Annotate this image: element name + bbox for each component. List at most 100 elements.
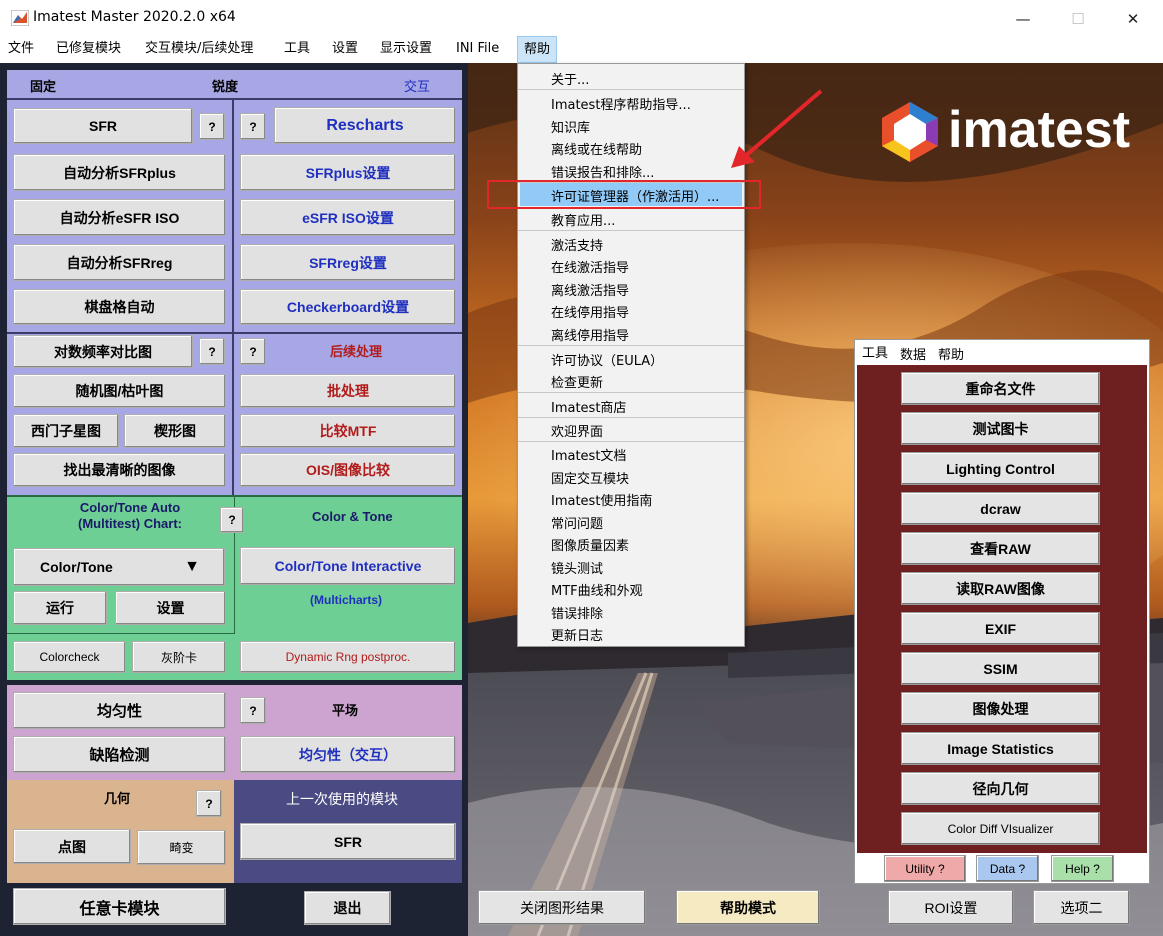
help-menu-item-check-updates[interactable]: 检查更新 [551,372,603,391]
rescharts-button[interactable]: Rescharts [274,107,456,144]
close-button[interactable]: ✕ [1110,6,1156,32]
wedge-button[interactable]: 楔形图 [124,414,226,448]
tool-dcraw-button[interactable]: dcraw [901,492,1100,525]
tool-view-raw-button[interactable]: 查看RAW [901,532,1100,565]
tab-tools[interactable]: 工具 [862,342,889,361]
uniformity-help-button[interactable]: ? [240,697,266,724]
help-menu-item-changelog[interactable]: 更新日志 [551,625,603,644]
grayscale-button[interactable]: 灰阶卡 [132,641,226,673]
maximize-button[interactable]: ☐ [1055,6,1101,32]
color-settings-button[interactable]: 设置 [115,591,226,625]
help-menu-item-eula[interactable]: 许可协议（EULA） [551,350,663,369]
esfr-iso-settings-button[interactable]: eSFR ISO设置 [240,199,456,236]
help-menu-item-education[interactable]: 教育应用... [551,210,615,229]
dot-chart-button[interactable]: 点图 [13,829,131,864]
help-menu-item-mtf-curves[interactable]: MTF曲线和外观 [551,580,643,599]
rescharts-help-button[interactable]: ? [240,113,266,140]
color-tone-dropdown[interactable]: Color/Tone ▼ [13,548,225,586]
help-menu-item-offline-online[interactable]: 离线或在线帮助 [551,139,642,158]
help-menu-item-error-report[interactable]: 错误报告和排除... [551,162,654,181]
exit-button[interactable]: 退出 [304,891,391,925]
color-tone-interactive-button[interactable]: Color/Tone Interactive [240,547,456,585]
tool-ssim-button[interactable]: SSIM [901,652,1100,685]
colorcheck-button[interactable]: Colorcheck [13,641,126,673]
menu-ini-file[interactable]: INI File [450,36,505,63]
help-menu-item-faq[interactable]: 常问问题 [551,513,603,532]
checkerboard-auto-button[interactable]: 棋盘格自动 [13,289,226,325]
help-menu-item-fixed-interactive[interactable]: 固定交互模块 [551,468,629,487]
tool-read-raw-button[interactable]: 读取RAW图像 [901,572,1100,605]
distortion-button[interactable]: 畸变 [137,830,226,865]
help-menu-item-offline-activation[interactable]: 离线激活指导 [551,280,629,299]
help-menu-item-online-deactivation[interactable]: 在线停用指导 [551,302,629,321]
data-help-button[interactable]: Data ? [976,855,1039,882]
sfr-button[interactable]: SFR [13,108,193,144]
help-menu-item-about[interactable]: 关于... [551,69,589,88]
dynamic-range-button[interactable]: Dynamic Rng postproc. [240,641,456,673]
compare-mtf-button[interactable]: 比较MTF [240,414,456,448]
geometry-help-button[interactable]: ? [196,790,222,817]
any-chart-button[interactable]: 任意卡模块 [13,888,226,925]
help-menu-item-kb[interactable]: 知识库 [551,117,590,136]
tool-rename-files-button[interactable]: 重命名文件 [901,372,1100,405]
tool-image-statistics-button[interactable]: Image Statistics [901,732,1100,765]
checkerboard-settings-button[interactable]: Checkerboard设置 [240,289,456,325]
tool-radial-geometry-button[interactable]: 径向几何 [901,772,1100,805]
tool-exif-button[interactable]: EXIF [901,612,1100,645]
header-fixed: 固定 [30,79,57,94]
help-menu-item-welcome[interactable]: 欢迎界面 [551,421,603,440]
ois-compare-button[interactable]: OIS/图像比较 [240,453,456,487]
auto-esfr-iso-button[interactable]: 自动分析eSFR ISO [13,199,226,236]
help-menu-item-offline-deactivation[interactable]: 离线停用指导 [551,325,629,344]
tab-data[interactable]: 数据 [900,344,926,363]
sfr-help-button[interactable]: ? [199,113,225,140]
tool-image-processing-button[interactable]: 图像处理 [901,692,1100,725]
roi-settings-button[interactable]: ROI设置 [888,890,1014,925]
utility-help-button[interactable]: Utility ? [884,855,966,882]
help-menu-item-iq-factors[interactable]: 图像质量因素 [551,535,629,554]
last-used-sfr-button[interactable]: SFR [240,823,456,860]
help-menu-item-guide[interactable]: Imatest程序帮助指导... [551,94,691,113]
uniformity-interactive-button[interactable]: 均匀性（交互） [240,736,456,773]
batch-button[interactable]: 批处理 [240,374,456,408]
help-menu-item-docs[interactable]: Imatest文档 [551,445,626,464]
tool-lighting-control-button[interactable]: Lighting Control [901,452,1100,485]
defect-detection-button[interactable]: 缺陷检测 [13,736,226,773]
sfrreg-settings-button[interactable]: SFRreg设置 [240,244,456,281]
menu-fixed-modules[interactable]: 已修复模块 [50,36,127,63]
sharpest-image-button[interactable]: 找出最清晰的图像 [13,453,226,487]
menu-tools[interactable]: 工具 [278,36,316,63]
post-process-help-button[interactable]: ? [240,338,266,365]
color-help-button[interactable]: ? [220,507,244,533]
auto-sfrplus-button[interactable]: 自动分析SFRplus [13,154,226,191]
tab-help[interactable]: 帮助 [938,344,964,363]
help-mode-button[interactable]: 帮助模式 [676,890,820,925]
menu-display-settings[interactable]: 显示设置 [374,36,438,63]
siemens-star-button[interactable]: 西门子星图 [13,414,119,448]
menu-interactive-modules[interactable]: 交互模块/后续处理 [139,36,259,63]
close-figures-button[interactable]: 关闭图形结果 [478,890,646,925]
minimize-button[interactable]: — [1000,6,1046,32]
help-menu-item-lens-test[interactable]: 镜头测试 [551,558,603,577]
log-freq-help-button[interactable]: ? [199,338,225,365]
menu-file[interactable]: 文件 [2,36,40,63]
help-help-button[interactable]: Help ? [1051,855,1114,882]
help-menu-item-user-guide[interactable]: Imatest使用指南 [551,490,652,509]
help-menu-item-troubleshooting[interactable]: 错误排除 [551,603,603,622]
menu-help[interactable]: 帮助 [517,36,558,63]
uniformity-button[interactable]: 均匀性 [13,692,226,729]
help-menu-item-store[interactable]: Imatest商店 [551,397,626,416]
tool-test-charts-button[interactable]: 测试图卡 [901,412,1100,445]
random-deadleaves-button[interactable]: 随机图/枯叶图 [13,374,226,408]
log-freq-contrast-button[interactable]: 对数频率对比图 [13,335,193,368]
sfrplus-settings-button[interactable]: SFRplus设置 [240,154,456,191]
geometry-label: 几何 [104,791,131,806]
option-two-button[interactable]: 选项二 [1033,890,1130,925]
auto-sfrreg-button[interactable]: 自动分析SFRreg [13,244,226,281]
run-button[interactable]: 运行 [13,591,107,625]
menu-settings[interactable]: 设置 [326,36,364,63]
help-menu-item-online-activation[interactable]: 在线激活指导 [551,257,629,276]
chevron-down-icon: ▼ [184,558,200,575]
help-menu-item-activation-support[interactable]: 激活支持 [551,235,603,254]
tool-color-diff-visualizer-button[interactable]: Color Diff VIsualizer [901,812,1100,845]
